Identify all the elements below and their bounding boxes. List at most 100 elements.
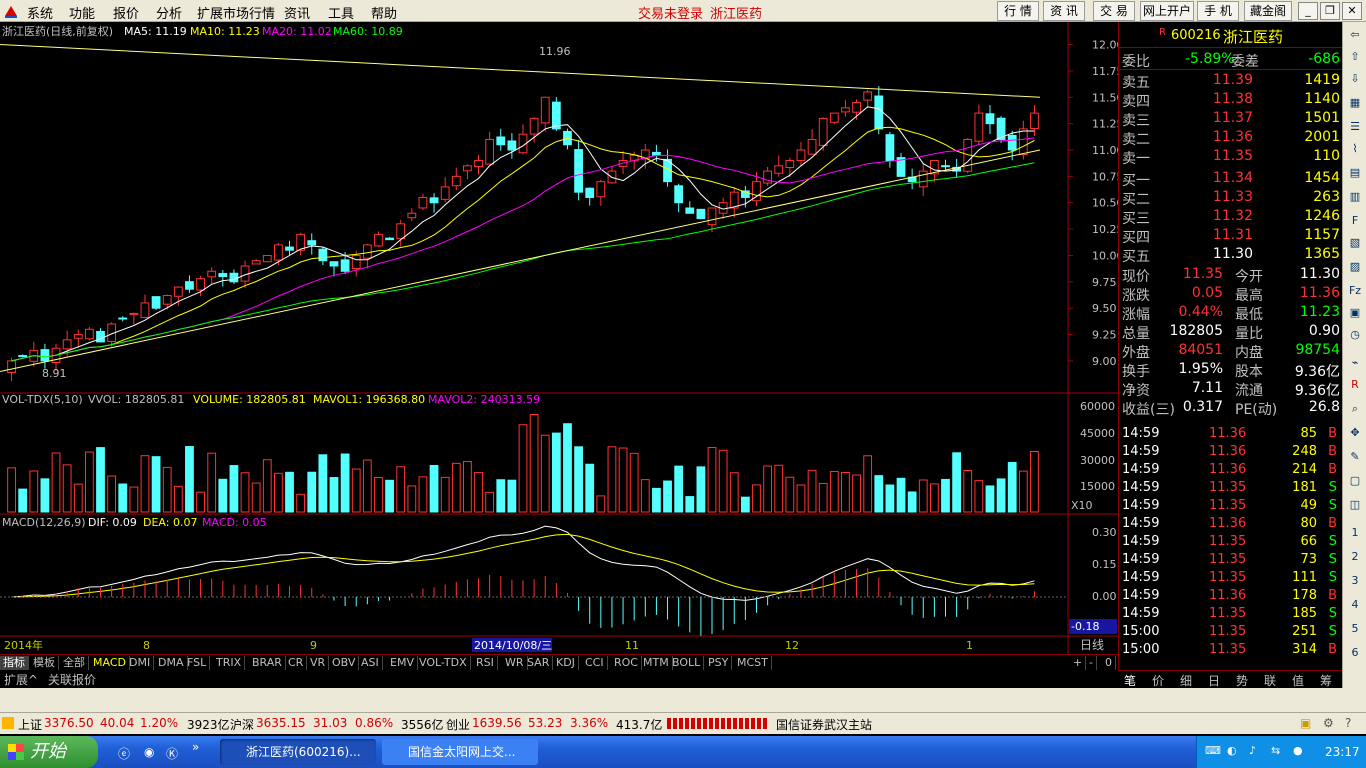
indicator-tab[interactable]: FSL	[184, 656, 211, 671]
window-icon[interactable]: ▣	[1346, 306, 1364, 324]
bar-chart-icon[interactable]: ▤	[1346, 166, 1364, 184]
indicator-tab[interactable]: DMA	[155, 656, 188, 671]
back-icon[interactable]: ⇦	[1346, 28, 1364, 46]
btn-mobile[interactable]: 手 机	[1197, 1, 1239, 21]
cy-label[interactable]: 创业	[446, 716, 470, 733]
indicator-tab[interactable]: KDJ	[553, 656, 579, 671]
trade-login-status[interactable]: 交易未登录	[638, 3, 703, 22]
indicator-tab[interactable]: MACD	[90, 656, 130, 671]
zoom-button[interactable]: 0	[1102, 656, 1116, 671]
indicator-tab[interactable]: VR	[307, 656, 330, 671]
quicklaunch-media-icon[interactable]: ◉	[144, 745, 154, 759]
quicklaunch-more-icon[interactable]: »	[192, 740, 199, 754]
zoom-button[interactable]: +	[1070, 656, 1087, 671]
indicator-tab[interactable]: 模板	[30, 656, 59, 671]
help-icon[interactable]: ?	[1345, 716, 1351, 730]
indicator-tab[interactable]: BRAR	[249, 656, 286, 671]
keyboard-icon[interactable]: ⌨	[1205, 744, 1221, 757]
up-icon[interactable]: ⇧	[1346, 50, 1364, 68]
indicator-tab[interactable]: 全部	[60, 656, 89, 671]
indicator-tab[interactable]: RSI	[473, 656, 498, 671]
layout4-icon[interactable]: 4	[1346, 598, 1364, 616]
grid-icon[interactable]: ▦	[1346, 96, 1364, 114]
kline-chart[interactable]: 12.00 11.75 11.50 11.25 11.00 10.75 10.50 10.25…	[0, 22, 1118, 654]
period-label[interactable]: 日线	[1080, 638, 1104, 652]
quicklaunch-k-icon[interactable]: Ⓚ	[166, 745, 178, 762]
btn-trade[interactable]: 交 易	[1093, 1, 1135, 21]
clock-icon[interactable]: ◷	[1346, 328, 1364, 346]
kline-icon[interactable]: ▨	[1346, 260, 1364, 278]
minimize-icon[interactable]: _	[1298, 2, 1318, 20]
ask-3[interactable]: 卖三 11.37 1501	[1119, 110, 1343, 129]
indicator-tab[interactable]: 指标	[0, 656, 29, 671]
menu-ext-market[interactable]: 扩展市场行情	[197, 3, 275, 22]
btn-cangjinge[interactable]: 藏金阁	[1244, 1, 1292, 21]
menu-function[interactable]: 功能	[69, 3, 95, 22]
btn-open-account[interactable]: 网上开户	[1140, 1, 1194, 21]
box-icon[interactable]: ▢	[1346, 474, 1364, 492]
bid-2[interactable]: 买二 11.33 263	[1119, 189, 1343, 208]
bid-1[interactable]: 买一 11.34 1454	[1119, 170, 1343, 189]
menu-help[interactable]: 帮助	[371, 3, 397, 22]
btn-quotes[interactable]: 行 情	[997, 1, 1039, 21]
indicator-tab[interactable]: PSY	[705, 656, 733, 671]
tray-icon-2[interactable]: ●	[1293, 744, 1303, 757]
menu-analysis[interactable]: 分析	[156, 3, 182, 22]
menu-quote[interactable]: 报价	[113, 3, 139, 22]
indicator-tab[interactable]: MCST	[734, 656, 772, 671]
compare-icon[interactable]: ▧	[1346, 236, 1364, 254]
layout5-icon[interactable]: 5	[1346, 622, 1364, 640]
indicator-tab[interactable]: ROC	[611, 656, 642, 671]
layout2-icon[interactable]: 2	[1346, 550, 1364, 568]
ask-4[interactable]: 卖四 11.38 1140	[1119, 91, 1343, 110]
ask-5[interactable]: 卖五 11.39 1419	[1119, 72, 1343, 91]
indicator-tab[interactable]: SAR	[524, 656, 554, 671]
quote-tab[interactable]: 细	[1180, 672, 1192, 689]
bid-4[interactable]: 买四 11.31 1157	[1119, 227, 1343, 246]
ext-toggle[interactable]: 扩展^	[4, 671, 38, 688]
menu-system[interactable]: 系统	[27, 3, 53, 22]
ruler-icon[interactable]: ◫	[1346, 498, 1364, 516]
restore-icon[interactable]: ❐	[1320, 2, 1340, 20]
quote-tab[interactable]: 筹	[1320, 672, 1332, 689]
layout6-icon[interactable]: 6	[1346, 646, 1364, 664]
ask-1[interactable]: 卖一 11.35 110	[1119, 148, 1343, 167]
indicator-tab[interactable]: ASI	[358, 656, 383, 671]
zoom-button[interactable]: -	[1086, 656, 1097, 671]
down-icon[interactable]: ⇩	[1346, 72, 1364, 90]
indicator-tab[interactable]: CCI	[582, 656, 608, 671]
pen-icon[interactable]: ✎	[1346, 450, 1364, 468]
network-icon[interactable]: ⇆	[1271, 744, 1280, 757]
rsi-icon[interactable]: R	[1346, 378, 1364, 396]
volume-icon[interactable]: ♪	[1249, 744, 1256, 757]
task-trading[interactable]: 国信金太阳网上交...	[382, 739, 538, 765]
f10-icon[interactable]: F	[1346, 214, 1364, 232]
layout3-icon[interactable]: 3	[1346, 574, 1364, 592]
line-chart-icon[interactable]: ⌇	[1346, 142, 1364, 160]
related-quotes[interactable]: 关联报价	[48, 671, 96, 688]
quote-tab[interactable]: 日	[1208, 672, 1220, 689]
hs-label[interactable]: 沪深	[230, 716, 254, 733]
indicator-tab[interactable]: DMI	[126, 656, 155, 671]
list-icon[interactable]: ☰	[1346, 120, 1364, 138]
task-zhejiang[interactable]: 浙江医药(600216)...	[220, 739, 376, 765]
table-icon[interactable]: ▥	[1346, 190, 1364, 208]
close-icon[interactable]: ✕	[1342, 2, 1362, 20]
quote-tab[interactable]: 势	[1236, 672, 1248, 689]
bid-5[interactable]: 买五 11.30 1365	[1119, 246, 1343, 265]
quicklaunch-ie-icon[interactable]: ⓔ	[118, 745, 130, 762]
quote-tab[interactable]: 值	[1292, 672, 1304, 689]
btn-news[interactable]: 资 讯	[1043, 1, 1085, 21]
bid-3[interactable]: 买三 11.32 1246	[1119, 208, 1343, 227]
settings-icon[interactable]: ⚙	[1323, 716, 1334, 730]
indicator-tab[interactable]: EMV	[387, 656, 418, 671]
menu-tools[interactable]: 工具	[328, 3, 354, 22]
ask-2[interactable]: 卖二 11.36 2001	[1119, 129, 1343, 148]
indicator-tab[interactable]: OBV	[329, 656, 360, 671]
menu-info[interactable]: 资讯	[284, 3, 310, 22]
indicator-tab[interactable]: CR	[285, 656, 308, 671]
indicator-tab[interactable]: BOLL	[669, 656, 705, 671]
quote-tab[interactable]: 联	[1264, 672, 1276, 689]
fiz-icon[interactable]: Fz	[1346, 284, 1364, 302]
clock[interactable]: 23:17	[1325, 745, 1360, 759]
